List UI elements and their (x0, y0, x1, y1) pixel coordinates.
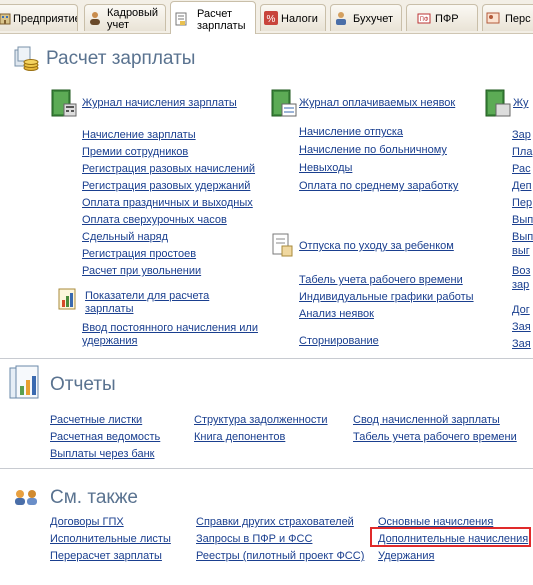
link-other-insurers-certificates[interactable]: Справки других страхователей (196, 516, 354, 528)
journal-icon (51, 89, 77, 117)
tab-enterprise[interactable]: Предприятие (0, 4, 78, 31)
indicators-icon (58, 288, 76, 310)
svg-text:%: % (267, 14, 276, 25)
person-card-icon (486, 12, 500, 24)
link-clipped[interactable]: выг (512, 245, 530, 257)
link-permanent-accrual[interactable]: Ввод постоянного начисления или удержани… (82, 322, 272, 348)
link-pfr-fss-requests[interactable]: Запросы в ПФР и ФСС (196, 533, 312, 545)
link-childcare-leave[interactable]: Отпуска по уходу за ребенком (299, 240, 454, 252)
link-individual-schedules[interactable]: Индивидуальные графики работы (299, 291, 474, 303)
section-title-see-also: См. также (50, 487, 138, 508)
link-absences[interactable]: Невыходы (299, 162, 352, 174)
link-overtime-pay[interactable]: Оплата сверхурочных часов (82, 214, 227, 226)
link-depositors-book[interactable]: Книга депонентов (194, 431, 285, 443)
link-debt-structure[interactable]: Структура задолженности (194, 414, 328, 426)
tab-label: Перс (505, 13, 531, 25)
link-indicators[interactable]: Показатели для расчета зарплаты (85, 290, 225, 316)
section-title-payroll: Расчет зарплаты (46, 48, 196, 69)
link-average-earnings[interactable]: Оплата по среднему заработку (299, 180, 458, 192)
link-clipped[interactable]: Воз (512, 265, 530, 277)
link-payroll-accrual[interactable]: Начисление зарплаты (82, 129, 196, 141)
tab-label: Налоги (281, 13, 318, 25)
tab-hr[interactable]: Кадровый учет (84, 4, 166, 31)
link-recalculation[interactable]: Перерасчет зарплаты (50, 550, 162, 562)
tab-bar: Предприятие Кадровый учет Расчет зарплат… (0, 0, 533, 34)
tab-accounting[interactable]: Бухучет (330, 4, 402, 31)
link-dismissal-calculation[interactable]: Расчет при увольнении (82, 265, 201, 277)
link-clipped[interactable]: Вып (512, 231, 533, 243)
tab-label: Предприятие (13, 13, 78, 25)
tab-payroll[interactable]: Расчет зарплаты (170, 1, 256, 34)
link-one-time-deductions[interactable]: Регистрация разовых удержаний (82, 180, 250, 192)
accountant-icon (336, 12, 346, 25)
link-fss-registers[interactable]: Реестры (пилотный проект ФСС) (196, 550, 364, 562)
tab-label-2: учет (107, 19, 130, 31)
section-divider (0, 468, 533, 469)
link-enforcement-orders[interactable]: Исполнительные листы (50, 533, 171, 545)
section-title-reports: Отчеты (50, 374, 116, 395)
svg-text:ПФ: ПФ (420, 17, 429, 23)
person-icon (90, 12, 100, 25)
link-payroll-statement[interactable]: Расчетная ведомость (50, 431, 160, 443)
link-clipped[interactable]: Пла (512, 146, 532, 158)
section-divider (0, 358, 533, 359)
link-downtime-registration[interactable]: Регистрация простоев (82, 248, 196, 260)
link-accrued-summary[interactable]: Свод начисленной зарплаты (353, 414, 500, 426)
link-sick-leave-accrual[interactable]: Начисление по больничному (299, 144, 447, 156)
link-one-time-accruals[interactable]: Регистрация разовых начислений (82, 163, 255, 175)
tab-taxes[interactable]: % Налоги (260, 4, 326, 31)
journal-icon (485, 89, 511, 117)
link-payslips[interactable]: Расчетные листки (50, 414, 142, 426)
link-clipped[interactable]: Пер (512, 197, 532, 209)
link-gph-contracts[interactable]: Договоры ГПХ (50, 516, 124, 528)
link-clipped[interactable]: Зар (512, 129, 531, 141)
link-clipped[interactable]: зар (512, 279, 529, 291)
journal-payroll-link[interactable]: Журнал начисления зарплаты (82, 97, 237, 109)
pfr-icon: ПФ (417, 13, 431, 24)
link-clipped[interactable]: Деп (512, 180, 532, 192)
link-holiday-pay[interactable]: Оплата праздничных и выходных (82, 197, 253, 209)
link-clipped[interactable]: Рас (512, 163, 531, 175)
link-clipped[interactable]: Зая (512, 338, 531, 350)
journal-link-clipped[interactable]: Жу (513, 97, 529, 109)
link-timesheet[interactable]: Табель учета рабочего времени (299, 274, 463, 286)
see-also-icon (15, 490, 37, 505)
journal-absences-link[interactable]: Журнал оплачиваемых неявок (299, 97, 455, 109)
tab-personal[interactable]: Перс (482, 4, 533, 31)
link-clipped[interactable]: Вып (512, 214, 533, 226)
document-icon (175, 12, 187, 26)
link-absence-analysis[interactable]: Анализ неявок (299, 308, 374, 320)
coins-icon (14, 46, 39, 71)
tab-label: ПФР (435, 13, 459, 25)
link-clipped[interactable]: Дог (512, 304, 530, 316)
childcare-document-icon (272, 233, 293, 257)
link-vacation-accrual[interactable]: Начисление отпуска (299, 126, 403, 138)
link-employee-bonuses[interactable]: Премии сотрудников (82, 146, 188, 158)
tab-label: Бухучет (353, 13, 393, 25)
link-deductions[interactable]: Удержания (378, 550, 434, 562)
tab-label-1: Расчет (197, 8, 232, 20)
percent-icon: % (264, 11, 278, 25)
reports-icon (9, 365, 39, 399)
tab-label-2: зарплаты (197, 20, 246, 32)
building-icon (0, 13, 11, 25)
tab-pfr[interactable]: ПФ ПФР (406, 4, 478, 31)
link-bank-payments[interactable]: Выплаты через банк (50, 448, 155, 460)
highlight-frame (370, 527, 531, 547)
link-reversal[interactable]: Сторнирование (299, 335, 379, 347)
link-clipped[interactable]: Зая (512, 321, 531, 333)
link-timesheet-report[interactable]: Табель учета рабочего времени (353, 431, 517, 443)
tab-label-1: Кадровый (107, 7, 159, 19)
journal-icon (271, 89, 297, 117)
link-piecework-order[interactable]: Сдельный наряд (82, 231, 168, 243)
